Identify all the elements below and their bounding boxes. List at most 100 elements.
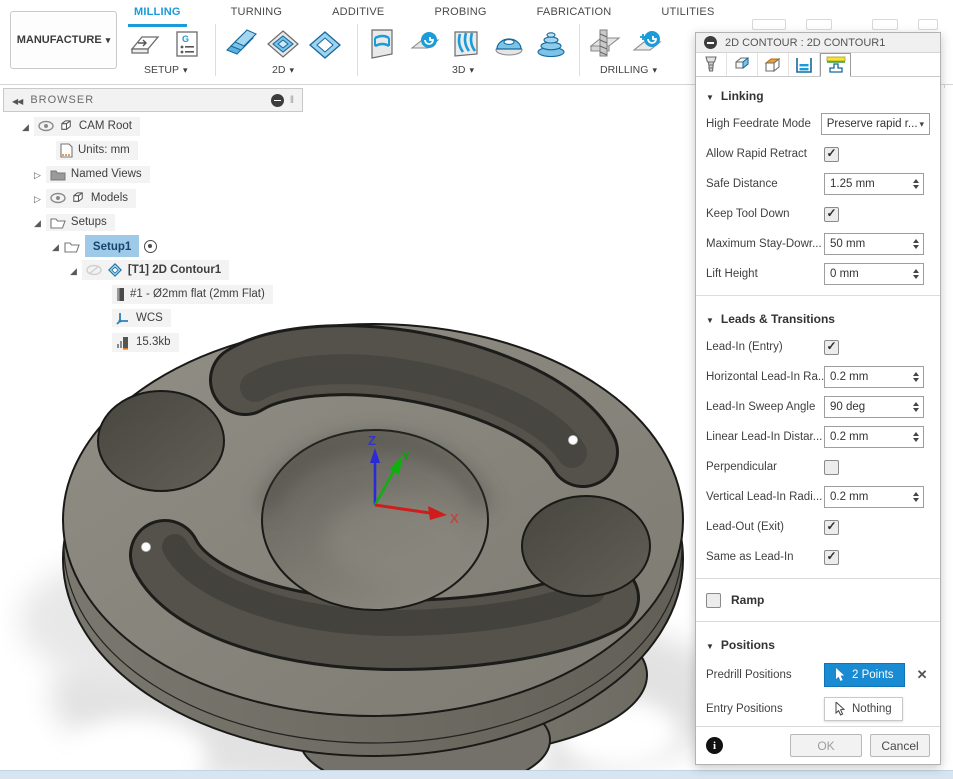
spinner-arrows[interactable] bbox=[909, 174, 923, 194]
tree-row-tool[interactable]: #1 - Ø2mm flat (2mm Flat) bbox=[112, 284, 273, 304]
expand-triangle-icon[interactable] bbox=[22, 117, 29, 135]
expand-triangle-icon[interactable] bbox=[52, 237, 59, 255]
scallop-icon[interactable] bbox=[490, 25, 528, 63]
tree-row-setups[interactable]: Setups bbox=[34, 212, 115, 232]
leads-section-header[interactable]: Leads & Transitions bbox=[696, 302, 940, 332]
linking-tab-icon[interactable] bbox=[820, 53, 851, 77]
spinner-arrows[interactable] bbox=[909, 487, 923, 507]
tree-row-models[interactable]: Models bbox=[34, 188, 136, 208]
tree-row-setup1[interactable]: Setup1 bbox=[52, 236, 157, 256]
setup-group-label[interactable]: SETUP bbox=[144, 64, 188, 76]
dialog-title-text: 2D CONTOUR : 2D CONTOUR1 bbox=[725, 37, 885, 49]
spiral-icon[interactable] bbox=[532, 25, 570, 63]
section-divider bbox=[696, 621, 940, 622]
occluded-icon bbox=[918, 19, 938, 30]
setup1-selected-highlight[interactable]: Setup1 bbox=[85, 235, 139, 257]
2d-group-label[interactable]: 2D bbox=[272, 64, 294, 76]
occluded-icon bbox=[872, 19, 898, 30]
tree-row-wcs[interactable]: WCS bbox=[112, 308, 171, 328]
2d-contour-icon[interactable] bbox=[306, 25, 344, 63]
allow-rapid-retract-checkbox[interactable]: ✓ bbox=[824, 147, 839, 162]
section-title: Linking bbox=[721, 89, 764, 103]
section-title: Leads & Transitions bbox=[721, 312, 835, 326]
workspace-switcher-button[interactable]: MANUFACTURE bbox=[10, 11, 117, 69]
section-collapse-icon[interactable] bbox=[706, 310, 714, 328]
drilling-group-label[interactable]: DRILLING bbox=[600, 64, 657, 76]
lead-in-checkbox[interactable]: ✓ bbox=[824, 340, 839, 355]
2d-pocket-icon[interactable] bbox=[264, 25, 302, 63]
lead-in-sweep-angle-input[interactable]: 90 deg bbox=[824, 396, 924, 418]
spinner-arrows[interactable] bbox=[909, 234, 923, 254]
vertical-lead-in-radius-input[interactable]: 0.2 mm bbox=[824, 486, 924, 508]
eye-icon[interactable] bbox=[50, 191, 66, 205]
tree-row-statistics[interactable]: 15.3kb bbox=[112, 332, 179, 352]
spinner-arrows[interactable] bbox=[909, 427, 923, 447]
cancel-button[interactable]: Cancel bbox=[870, 734, 930, 757]
pocket-clearing-icon[interactable] bbox=[448, 25, 486, 63]
perpendicular-checkbox[interactable] bbox=[824, 460, 839, 475]
safe-distance-input[interactable]: 1.25 mm bbox=[824, 173, 924, 195]
predrill-point-2[interactable] bbox=[142, 543, 151, 552]
maximum-stay-down-input[interactable]: 50 mm bbox=[824, 233, 924, 255]
lead-out-checkbox[interactable]: ✓ bbox=[824, 520, 839, 535]
spinner-arrows[interactable] bbox=[909, 397, 923, 417]
eye-icon[interactable] bbox=[38, 119, 54, 133]
spinner-arrows[interactable] bbox=[909, 264, 923, 284]
2d-adaptive-icon[interactable] bbox=[222, 25, 260, 63]
drill-icon[interactable] bbox=[586, 25, 624, 63]
lift-height-input[interactable]: 0 mm bbox=[824, 263, 924, 285]
hidden-eye-icon[interactable] bbox=[86, 263, 102, 277]
dialog-handle-icon[interactable] bbox=[704, 36, 717, 49]
high-feedrate-mode-dropdown[interactable]: Preserve rapid r... bbox=[821, 113, 930, 135]
expand-triangle-icon[interactable] bbox=[70, 261, 77, 279]
ramp-section-title[interactable]: Ramp bbox=[731, 593, 764, 607]
tree-row-named-views[interactable]: Named Views bbox=[34, 164, 150, 184]
horizontal-lead-in-radius-input[interactable]: 0.2 mm bbox=[824, 366, 924, 388]
part-hole-left[interactable] bbox=[98, 391, 224, 491]
linear-lead-in-distance-input[interactable]: 0.2 mm bbox=[824, 426, 924, 448]
passes-tab-icon[interactable] bbox=[789, 53, 820, 76]
collapsed-triangle-icon[interactable] bbox=[34, 189, 41, 207]
horizontal-icon[interactable] bbox=[406, 25, 444, 63]
part-hole-right[interactable] bbox=[522, 496, 650, 596]
section-collapse-icon[interactable] bbox=[706, 636, 714, 654]
expand-triangle-icon[interactable] bbox=[34, 213, 41, 231]
post-process-icon[interactable]: G bbox=[168, 25, 206, 63]
bore-icon[interactable] bbox=[628, 25, 666, 63]
dialog-title-bar[interactable]: 2D CONTOUR : 2D CONTOUR1 bbox=[696, 33, 940, 53]
tree-label: Models bbox=[91, 192, 128, 204]
lead-out-exit-row: Lead-Out (Exit) ✓ bbox=[696, 512, 940, 542]
browser-header[interactable]: BROWSER ‖ bbox=[3, 88, 303, 112]
keep-tool-down-row: Keep Tool Down ✓ bbox=[696, 199, 940, 229]
tree-row-units[interactable]: Units: mm bbox=[56, 140, 138, 160]
clear-predrill-selection-icon[interactable] bbox=[917, 667, 928, 683]
entry-positions-button[interactable]: Nothing bbox=[824, 697, 903, 721]
3d-group-label[interactable]: 3D bbox=[452, 64, 474, 76]
occluded-icon bbox=[752, 19, 786, 30]
tree-row-2d-contour1[interactable]: [T1] 2D Contour1 bbox=[70, 260, 229, 280]
active-setup-indicator-icon[interactable] bbox=[144, 240, 157, 253]
setup-icon[interactable] bbox=[126, 25, 164, 63]
ramp-checkbox[interactable] bbox=[706, 593, 721, 608]
browser-minimize-icon[interactable] bbox=[271, 94, 284, 107]
tool-tab-icon[interactable] bbox=[696, 53, 727, 76]
tree-row-cam-root[interactable]: CAM Root bbox=[22, 116, 140, 136]
adaptive-clearing-icon[interactable] bbox=[364, 25, 402, 63]
geometry-tab-icon[interactable] bbox=[727, 53, 758, 76]
predrill-positions-button[interactable]: 2 Points bbox=[824, 663, 905, 687]
document-icon bbox=[60, 143, 73, 158]
spinner-arrows[interactable] bbox=[909, 367, 923, 387]
timeline-bar[interactable] bbox=[0, 770, 953, 779]
linking-section-header[interactable]: Linking bbox=[696, 79, 940, 109]
heights-tab-icon[interactable] bbox=[758, 53, 789, 76]
ok-button[interactable]: OK bbox=[790, 734, 862, 757]
info-icon[interactable] bbox=[706, 737, 723, 754]
predrill-point-1[interactable] bbox=[569, 436, 578, 445]
field-label: Horizontal Lead-In Ra... bbox=[706, 371, 824, 383]
collapse-browser-icon[interactable] bbox=[12, 91, 22, 109]
collapsed-triangle-icon[interactable] bbox=[34, 165, 41, 183]
keep-tool-down-checkbox[interactable]: ✓ bbox=[824, 207, 839, 222]
same-as-lead-in-checkbox[interactable]: ✓ bbox=[824, 550, 839, 565]
positions-section-header[interactable]: Positions bbox=[696, 628, 940, 658]
section-collapse-icon[interactable] bbox=[706, 87, 714, 105]
